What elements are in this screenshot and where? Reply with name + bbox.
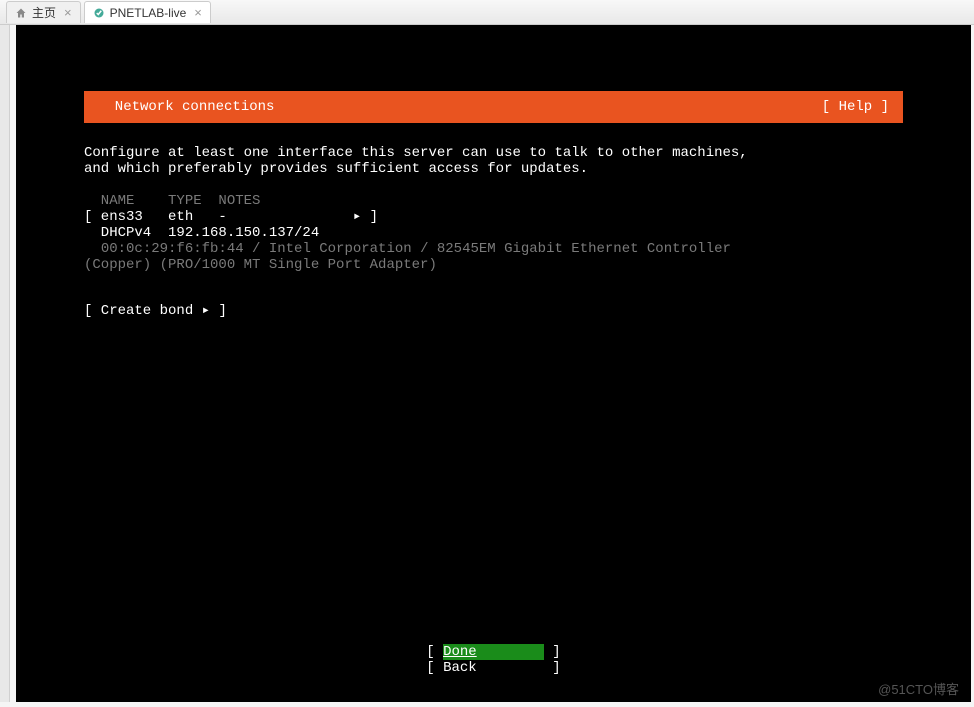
description-line: and which preferably provides sufficient… <box>84 161 903 177</box>
table-header: NAME TYPE NOTES <box>84 193 903 209</box>
create-bond-button[interactable]: [ Create bond ▸ ] <box>84 303 903 319</box>
tab-label: PNETLAB-live <box>110 6 187 20</box>
interface-row-ens33[interactable]: [ ens33 eth - ▸ ] <box>84 209 903 225</box>
back-button[interactable]: [ Back ] <box>426 660 560 676</box>
watermark: @51CTO博客 <box>878 682 959 698</box>
interface-hwinfo: 00:0c:29:f6:fb:44 / Intel Corporation / … <box>84 241 903 273</box>
browser-sidebar <box>0 25 10 702</box>
tab-home[interactable]: 主页 × <box>6 1 81 23</box>
terminal-screen: Network connections [ Help ] Configure a… <box>16 25 971 702</box>
footer-buttons: [ Done ] [ Back ] <box>16 644 971 676</box>
page-title: Network connections <box>98 99 274 115</box>
tab-pnetlab[interactable]: PNETLAB-live × <box>84 1 211 23</box>
interface-address: DHCPv4 192.168.150.137/24 <box>84 225 903 241</box>
tab-label: 主页 <box>32 4 56 21</box>
content-area: Configure at least one interface this se… <box>84 145 903 319</box>
home-icon <box>15 7 27 19</box>
interface-table: NAME TYPE NOTES [ ens33 eth - ▸ ] DHCPv4… <box>84 193 903 273</box>
pnet-icon <box>93 7 105 19</box>
help-button[interactable]: [ Help ] <box>822 99 889 115</box>
description-line: Configure at least one interface this se… <box>84 145 903 161</box>
installer-header: Network connections [ Help ] <box>84 91 903 123</box>
close-icon[interactable]: × <box>64 5 72 20</box>
browser-tab-bar: 主页 × PNETLAB-live × <box>0 0 974 25</box>
done-button[interactable]: [ Done ] <box>426 644 560 660</box>
close-icon[interactable]: × <box>194 5 202 20</box>
